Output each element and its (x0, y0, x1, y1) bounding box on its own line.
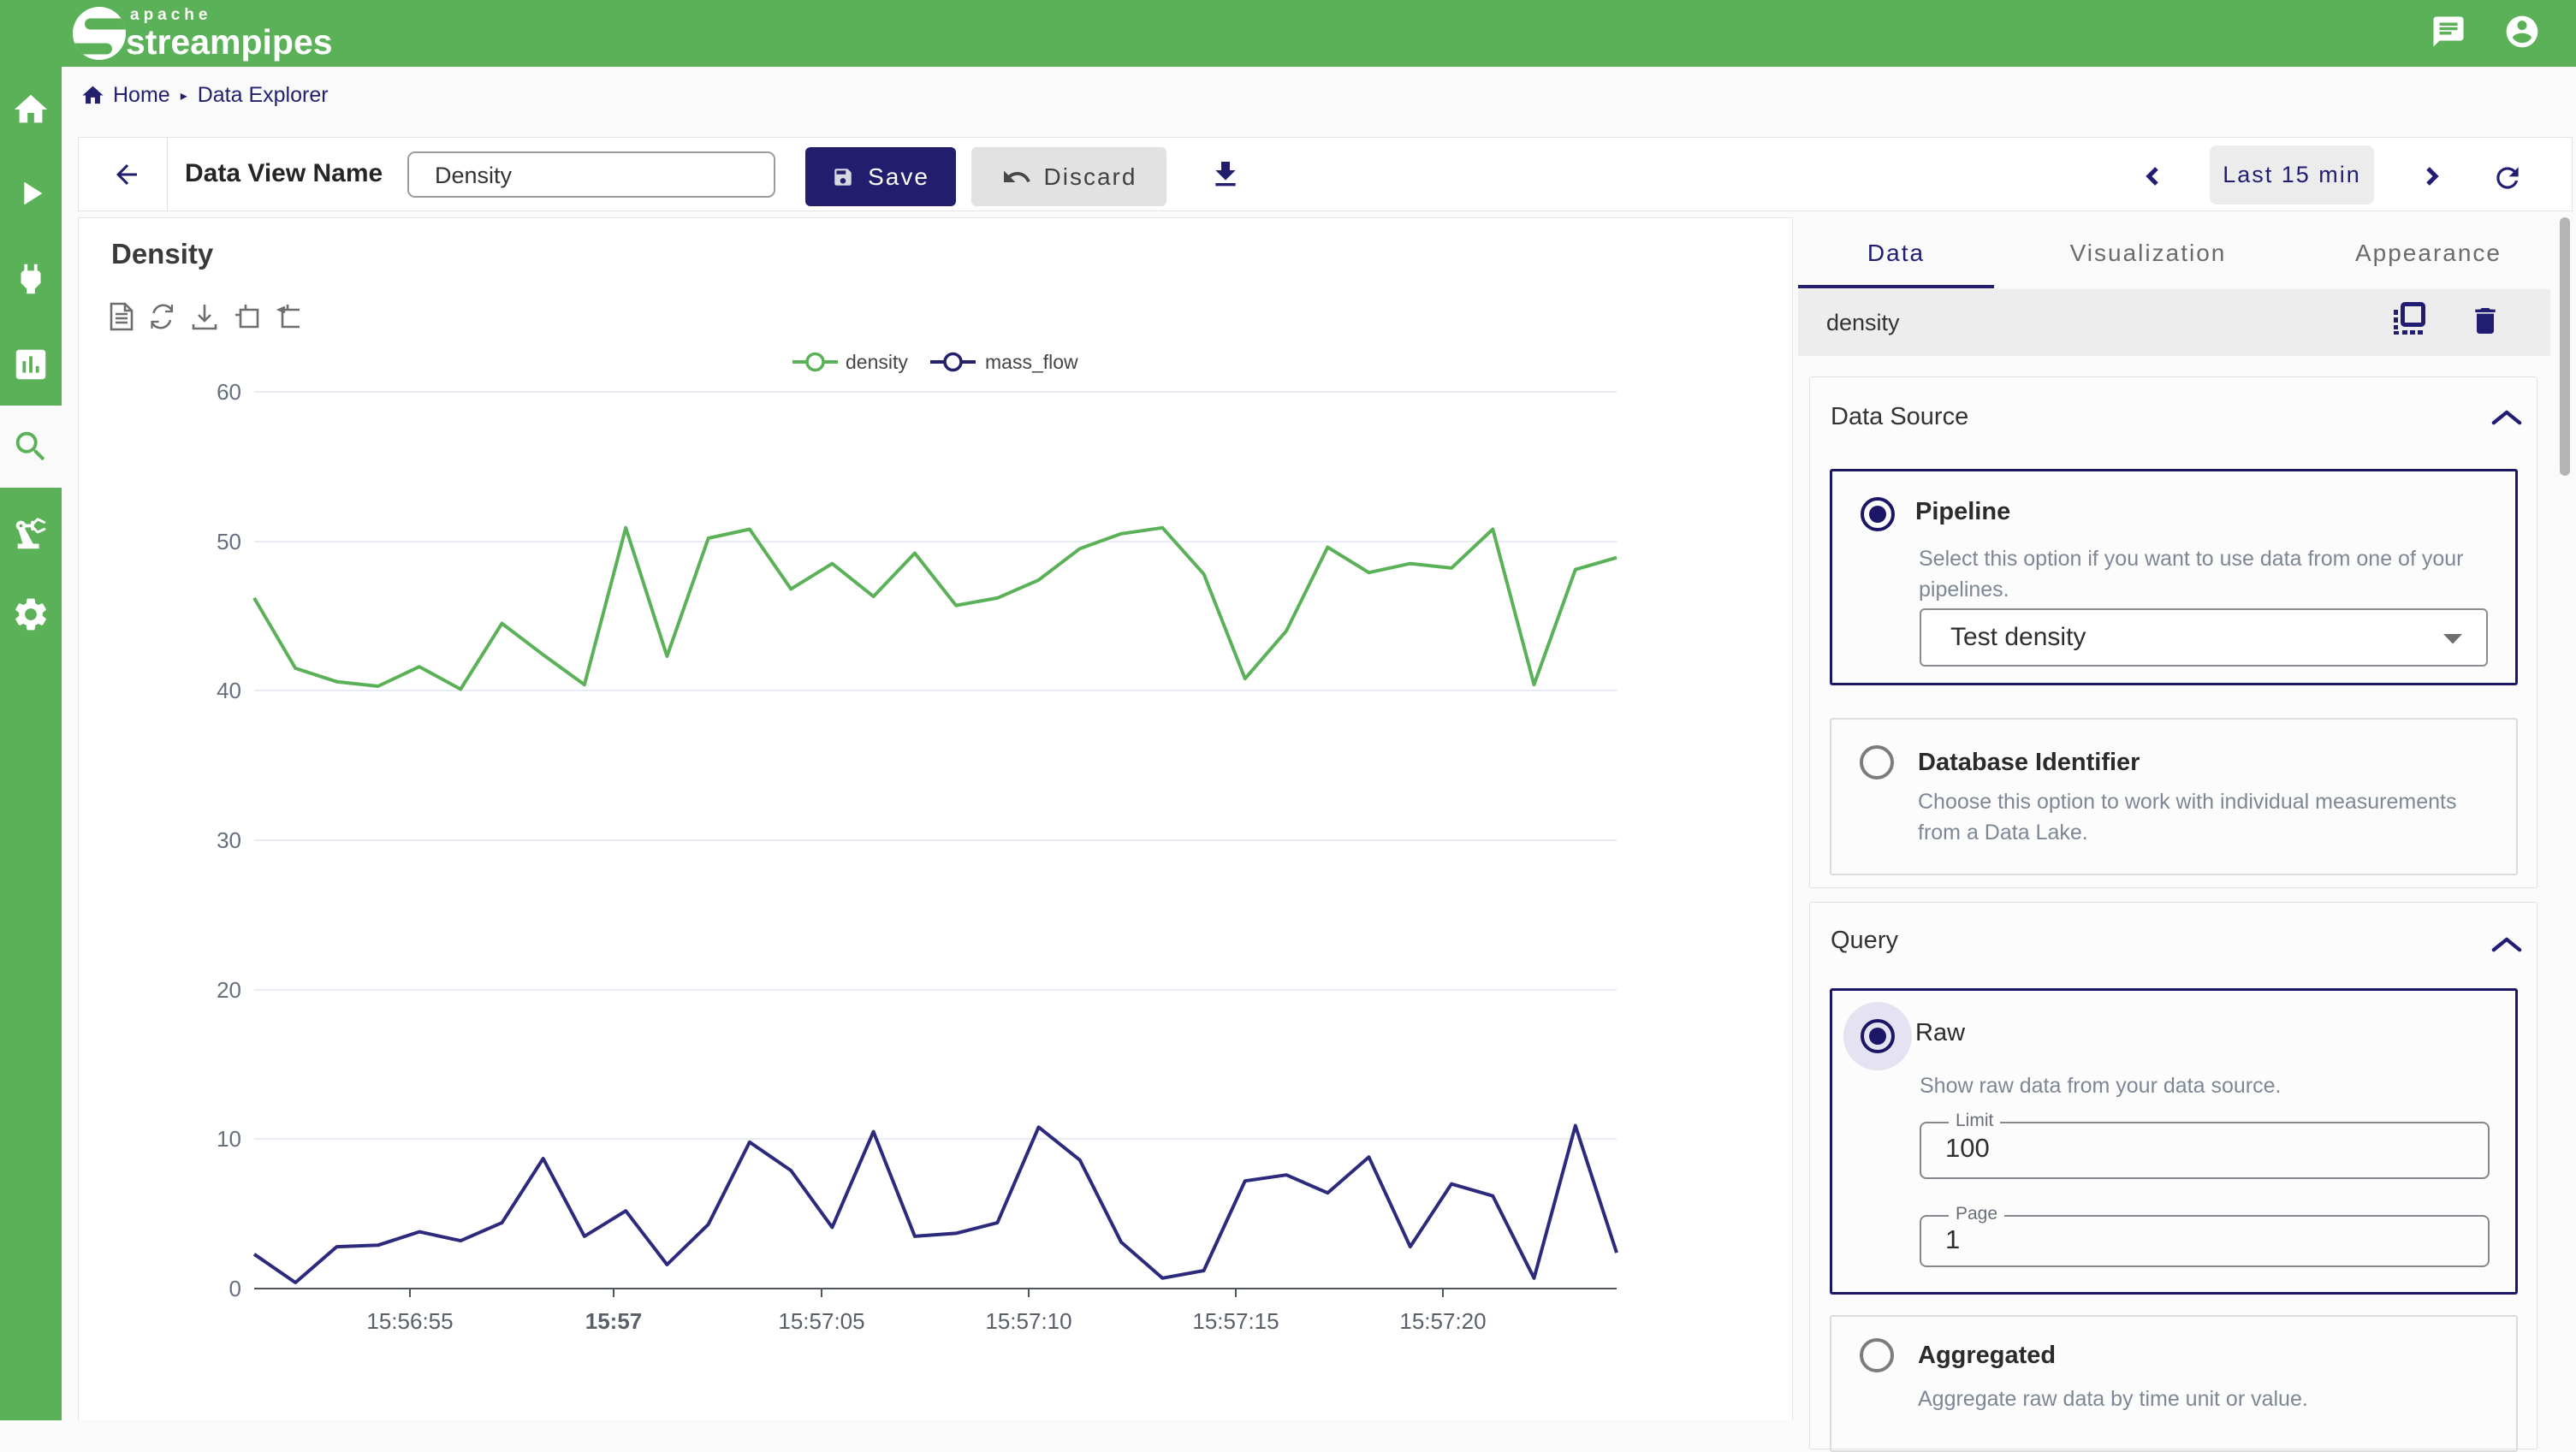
svg-text:60: 60 (217, 379, 241, 405)
svg-text:15:57:05: 15:57:05 (778, 1308, 864, 1334)
svg-text:50: 50 (217, 529, 241, 554)
svg-text:15:57: 15:57 (585, 1308, 643, 1334)
svg-text:30: 30 (217, 827, 241, 853)
svg-text:mass_flow: mass_flow (985, 351, 1078, 373)
svg-text:15:57:15: 15:57:15 (1192, 1308, 1279, 1334)
svg-text:40: 40 (217, 678, 241, 703)
svg-text:15:57:20: 15:57:20 (1399, 1308, 1486, 1334)
svg-text:15:57:10: 15:57:10 (985, 1308, 1071, 1334)
svg-text:10: 10 (217, 1126, 241, 1152)
svg-text:20: 20 (217, 977, 241, 1003)
svg-text:15:56:55: 15:56:55 (366, 1308, 453, 1334)
svg-text:0: 0 (229, 1276, 241, 1301)
svg-text:density: density (846, 351, 908, 373)
